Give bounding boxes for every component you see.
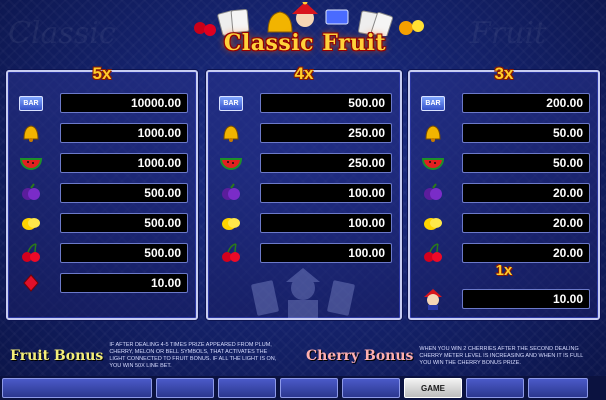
control-button[interactable] xyxy=(280,378,338,398)
paytable-row: 10.00 xyxy=(16,272,188,294)
paytable-row: 20.00 xyxy=(418,212,590,234)
payout-value: 100.00 xyxy=(260,213,392,233)
payout-value: 1000.00 xyxy=(60,153,188,173)
control-button[interactable] xyxy=(528,378,588,398)
lemon-icon xyxy=(16,212,46,234)
game-title: Classic Fruit xyxy=(223,30,387,56)
paytable-panel-5x: 5x BAR 10000.00 1000.00 1000.00 500.00 5… xyxy=(6,64,198,320)
payout-value: 10000.00 xyxy=(60,93,188,113)
payout-value: 100.00 xyxy=(260,243,392,263)
background-decoration: Classic xyxy=(8,16,116,51)
payout-value: 200.00 xyxy=(462,93,590,113)
bar-icon: BAR xyxy=(16,92,46,114)
paytable-panel-3x: 3x BAR 200.00 50.00 50.00 20.00 20.00 20… xyxy=(408,64,600,320)
control-button[interactable] xyxy=(156,378,214,398)
payout-value: 50.00 xyxy=(462,123,590,143)
paytable-row: 250.00 xyxy=(216,152,392,174)
payout-value: 20.00 xyxy=(462,243,590,263)
payout-value: 20.00 xyxy=(462,213,590,233)
control-button[interactable] xyxy=(218,378,276,398)
paytable-row: 250.00 xyxy=(216,122,392,144)
payout-value: 10.00 xyxy=(60,273,188,293)
payout-value: 250.00 xyxy=(260,123,392,143)
multiplier-label: 5x xyxy=(92,64,112,83)
cherry-icon xyxy=(216,242,246,264)
payout-value: 50.00 xyxy=(462,153,590,173)
paytable-row: 50.00 xyxy=(418,122,590,144)
bell-icon xyxy=(216,122,246,144)
payout-value: 10.00 xyxy=(462,289,590,309)
watermelon-icon xyxy=(418,152,448,174)
payout-value: 500.00 xyxy=(60,183,188,203)
background-decoration: Fruit xyxy=(470,16,547,51)
paytable-row: 1000.00 xyxy=(16,152,188,174)
multiplier-label: 4x xyxy=(294,64,314,83)
control-button[interactable] xyxy=(2,378,152,398)
payout-value: 500.00 xyxy=(60,213,188,233)
paytable-row: 50.00 xyxy=(418,152,590,174)
payout-value: 100.00 xyxy=(260,183,392,203)
bar-icon: BAR xyxy=(418,92,448,114)
plum-icon xyxy=(418,182,448,204)
jester-icon xyxy=(418,288,448,310)
cherry-bonus-title: Cherry Bonus xyxy=(306,348,414,364)
fruit-bonus-title: Fruit Bonus xyxy=(10,348,104,364)
jester-cards-decoration-icon xyxy=(251,268,355,318)
control-button[interactable] xyxy=(342,378,400,398)
paytable-row: 100.00 xyxy=(216,182,392,204)
fruit-bonus-info: Fruit Bonus If after dealing 4-5 times p… xyxy=(10,340,284,372)
paytable-row: 500.00 xyxy=(16,182,188,204)
paytable-row: BAR 500.00 xyxy=(216,92,392,114)
paytable-panel-4x: 4x BAR 500.00 250.00 250.00 100.00 100.0… xyxy=(206,64,402,320)
payout-value: 500.00 xyxy=(260,93,392,113)
cherry-icon xyxy=(16,242,46,264)
payout-value: 500.00 xyxy=(60,243,188,263)
paytable-row: 500.00 xyxy=(16,212,188,234)
bell-icon xyxy=(16,122,46,144)
cherry-icon xyxy=(418,242,448,264)
paytable-row: 500.00 xyxy=(16,242,188,264)
paytable-row: 1000.00 xyxy=(16,122,188,144)
paytable-row: BAR 10000.00 xyxy=(16,92,188,114)
paytable-row: 100.00 xyxy=(216,212,392,234)
payout-value: 1000.00 xyxy=(60,123,188,143)
lemon-icon xyxy=(418,212,448,234)
game-button[interactable]: GAME xyxy=(404,378,462,398)
bell-icon xyxy=(418,122,448,144)
paytable-row: 20.00 xyxy=(418,242,590,264)
multiplier-label: 1x xyxy=(495,262,513,279)
lemon-icon xyxy=(216,212,246,234)
watermelon-icon xyxy=(16,152,46,174)
game-logo: Classic Fruit xyxy=(160,0,450,64)
cherry-bonus-text: When you win 2 cherries after the second… xyxy=(419,345,584,366)
payout-value: 250.00 xyxy=(260,153,392,173)
bar-icon: BAR xyxy=(216,92,246,114)
plum-icon xyxy=(216,182,246,204)
control-button-bar: GAME xyxy=(0,376,606,400)
multiplier-label: 3x xyxy=(494,64,514,83)
fruit-bonus-text: If after dealing 4-5 times prize appeare… xyxy=(109,342,277,369)
diamond-icon xyxy=(16,272,46,294)
watermelon-icon xyxy=(216,152,246,174)
control-button[interactable] xyxy=(466,378,524,398)
paytable-row: BAR 200.00 xyxy=(418,92,590,114)
payout-value: 20.00 xyxy=(462,183,590,203)
plum-icon xyxy=(16,182,46,204)
paytable-row: 10.00 xyxy=(418,288,590,310)
paytable-row: 100.00 xyxy=(216,242,392,264)
paytable-row: 20.00 xyxy=(418,182,590,204)
cherry-bonus-info: Cherry Bonus When you win 2 cherries aft… xyxy=(306,340,594,372)
